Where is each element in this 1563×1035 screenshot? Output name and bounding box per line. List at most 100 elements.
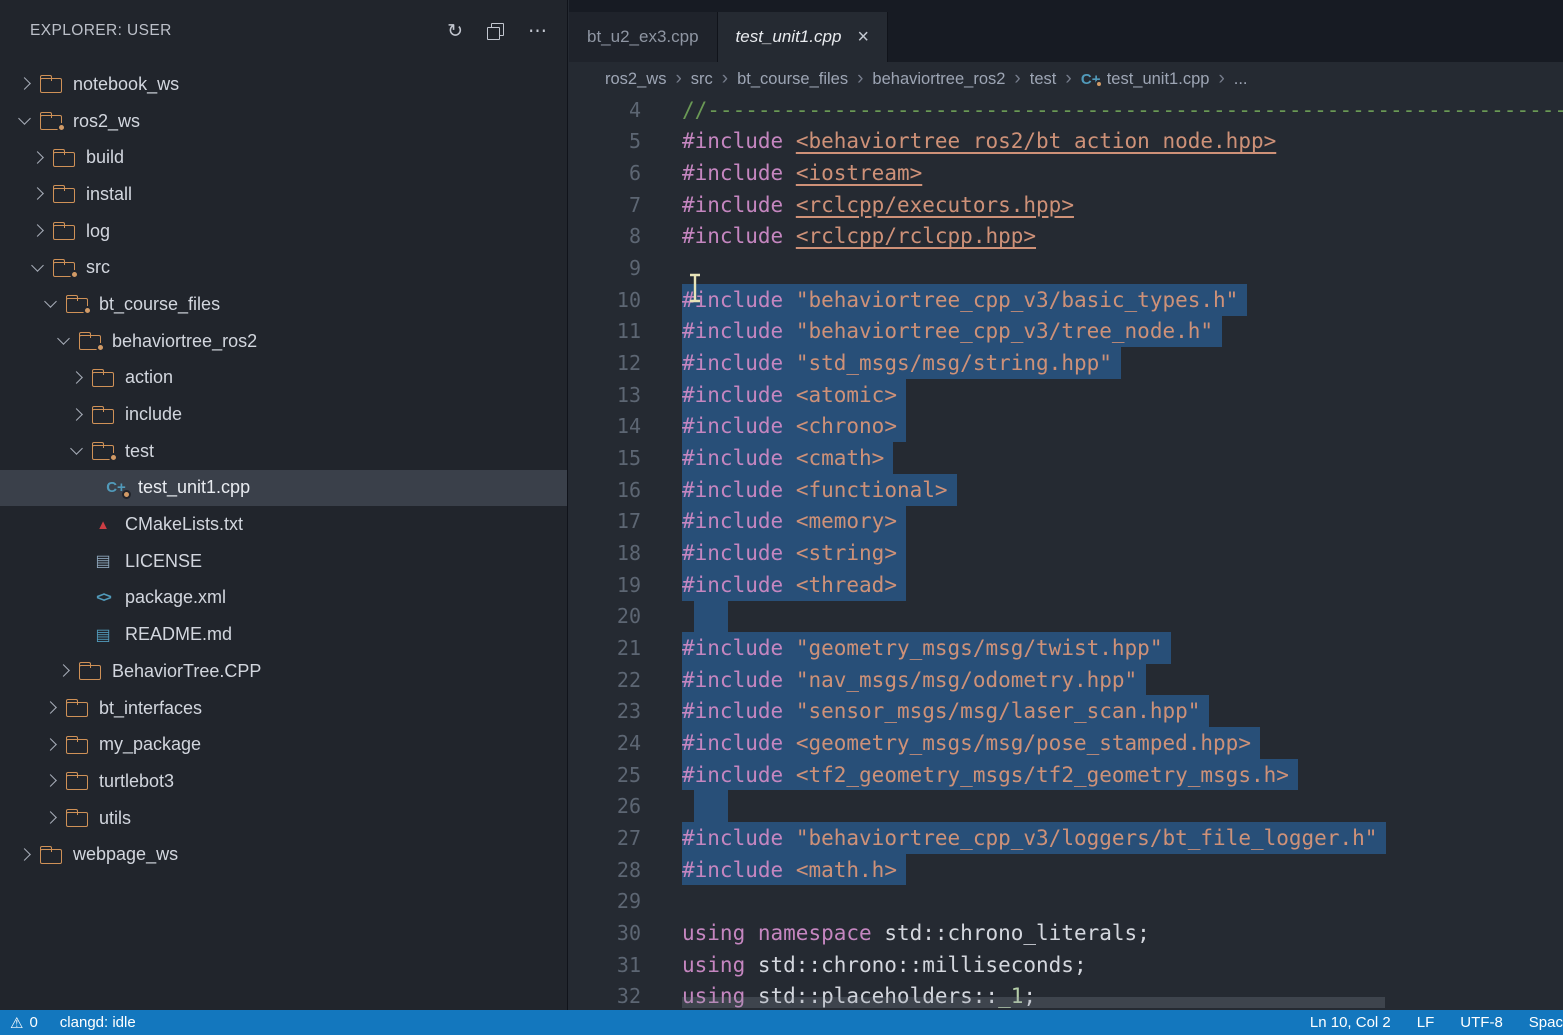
chevron-right-icon[interactable] — [40, 699, 64, 717]
code-line-6[interactable]: 6#include <iostream> — [569, 157, 1563, 189]
code-line-29[interactable]: 29 — [569, 885, 1563, 917]
cursor-position[interactable]: Ln 10, Col 2 — [1310, 1014, 1391, 1031]
tree-item-bt_interfaces[interactable]: bt_interfaces — [0, 690, 567, 727]
breadcrumb-item-bt_course_files[interactable]: bt_course_files — [737, 70, 848, 89]
tree-item-CMakeLists.txt[interactable]: ▲CMakeLists.txt — [0, 506, 567, 543]
line-number: 4 — [569, 98, 641, 122]
tree-item-webpage_ws[interactable]: webpage_ws — [0, 836, 567, 873]
more-actions-icon[interactable]: ⋯ — [528, 22, 547, 41]
chevron-right-icon[interactable] — [53, 662, 77, 680]
chevron-right-icon[interactable] — [66, 406, 90, 424]
tree-item-turtlebot3[interactable]: turtlebot3 — [0, 763, 567, 800]
tree-item-action[interactable]: action — [0, 360, 567, 397]
horizontal-scrollbar[interactable] — [682, 997, 1385, 1008]
collapse-folders-icon[interactable] — [487, 23, 504, 40]
tree-item-build[interactable]: build — [0, 139, 567, 176]
code-line-9[interactable]: 9 — [569, 252, 1563, 284]
tree-item-notebook_ws[interactable]: notebook_ws — [0, 66, 567, 103]
tree-item-bt_course_files[interactable]: bt_course_files — [0, 286, 567, 323]
eol-indicator[interactable]: LF — [1417, 1014, 1435, 1031]
breadcrumb-item-ros2_ws[interactable]: ros2_ws — [605, 70, 666, 89]
code-line-16[interactable]: 16#include <functional> — [569, 474, 1563, 506]
code-token — [783, 446, 796, 470]
code-line-22[interactable]: 22#include "nav_msgs/msg/odometry.hpp" — [569, 664, 1563, 696]
chevron-down-icon[interactable] — [27, 259, 51, 277]
tree-item-my_package[interactable]: my_package — [0, 726, 567, 763]
code-line-20[interactable]: 20 — [569, 601, 1563, 633]
breadcrumb-item-test[interactable]: test — [1030, 70, 1057, 89]
close-icon[interactable]: × — [857, 27, 869, 47]
code-line-25[interactable]: 25#include <tf2_geometry_msgs/tf2_geomet… — [569, 759, 1563, 791]
tree-item-LICENSE[interactable]: ▤LICENSE — [0, 543, 567, 580]
code-line-26[interactable]: 26 — [569, 790, 1563, 822]
chevron-right-icon[interactable] — [14, 75, 38, 93]
chevron-right-icon[interactable] — [27, 149, 51, 167]
code-line-5[interactable]: 5#include <behaviortree_ros2/bt_action_n… — [569, 126, 1563, 158]
tree-item-README.md[interactable]: ▤README.md — [0, 616, 567, 653]
breadcrumb-item-file[interactable]: C+test_unit1.cpp — [1081, 70, 1210, 89]
code-line-31[interactable]: 31using std::chrono::milliseconds; — [569, 949, 1563, 981]
tree-item-include[interactable]: include — [0, 396, 567, 433]
chevron-right-icon[interactable] — [40, 772, 64, 790]
tree-item-ros2_ws[interactable]: ros2_ws — [0, 103, 567, 140]
code-line-14[interactable]: 14#include <chrono> — [569, 411, 1563, 443]
clangd-status[interactable]: clangd: idle — [60, 1014, 136, 1031]
tree-item-test[interactable]: test — [0, 433, 567, 470]
chevron-right-icon[interactable] — [40, 809, 64, 827]
tab-label: test_unit1.cpp — [736, 27, 842, 47]
code-line-30[interactable]: 30using namespace std::chrono_literals; — [569, 917, 1563, 949]
chevron-down-icon[interactable] — [53, 332, 77, 350]
code-line-17[interactable]: 17#include <memory> — [569, 506, 1563, 538]
chevron-right-icon[interactable] — [14, 846, 38, 864]
code-line-11[interactable]: 11#include "behaviortree_cpp_v3/tree_nod… — [569, 316, 1563, 348]
chevron-right-icon[interactable] — [40, 736, 64, 754]
chevron-right-icon[interactable] — [27, 222, 51, 240]
tab-bt_u2_ex3.cpp[interactable]: bt_u2_ex3.cpp — [569, 12, 718, 62]
explorer-actions: ↻ ⋯ — [447, 22, 547, 41]
code-line-15[interactable]: 15#include <cmath> — [569, 442, 1563, 474]
tree-item-label: README.md — [125, 624, 232, 645]
code-line-19[interactable]: 19#include <thread> — [569, 569, 1563, 601]
chevron-right-icon[interactable] — [27, 185, 51, 203]
line-number: 30 — [569, 921, 641, 945]
code-line-23[interactable]: 23#include "sensor_msgs/msg/laser_scan.h… — [569, 695, 1563, 727]
code-line-18[interactable]: 18#include <string> — [569, 537, 1563, 569]
chevron-down-icon[interactable] — [14, 112, 38, 130]
code-line-10[interactable]: 10#include "behaviortree_cpp_v3/basic_ty… — [569, 284, 1563, 316]
tab-test_unit1.cpp[interactable]: test_unit1.cpp × — [718, 12, 889, 62]
encoding-indicator[interactable]: UTF-8 — [1460, 1014, 1503, 1031]
code-line-8[interactable]: 8#include <rclcpp/rclcpp.hpp> — [569, 221, 1563, 253]
tree-item-package.xml[interactable]: <>package.xml — [0, 580, 567, 617]
tree-item-label: action — [125, 367, 173, 388]
chevron-down-icon[interactable] — [40, 295, 64, 313]
tree-item-utils[interactable]: utils — [0, 800, 567, 837]
chevron-right-icon[interactable] — [66, 369, 90, 387]
tree-item-behaviortree_ros2[interactable]: behaviortree_ros2 — [0, 323, 567, 360]
tree-item-log[interactable]: log — [0, 213, 567, 250]
code-line-21[interactable]: 21#include "geometry_msgs/msg/twist.hpp" — [569, 632, 1563, 664]
problems-indicator[interactable]: ⚠ 0 — [10, 1014, 38, 1032]
tree-item-install[interactable]: install — [0, 176, 567, 213]
code-line-13[interactable]: 13#include <atomic> — [569, 379, 1563, 411]
code-token: "geometry_msgs/msg/twist.hpp" — [796, 636, 1163, 660]
code-line-7[interactable]: 7#include <rclcpp/executors.hpp> — [569, 189, 1563, 221]
breadcrumb-item-src[interactable]: src — [691, 70, 713, 89]
selection-highlight: #include <thread> — [682, 569, 906, 601]
code-line-4[interactable]: 4//-------------------------------------… — [569, 94, 1563, 126]
code-token — [783, 224, 796, 248]
code-line-27[interactable]: 27#include "behaviortree_cpp_v3/loggers/… — [569, 822, 1563, 854]
indentation-indicator[interactable]: Spac — [1529, 1014, 1563, 1031]
code-token: "behaviortree_cpp_v3/basic_types.h" — [796, 288, 1239, 312]
breadcrumb-overflow[interactable]: ... — [1234, 70, 1248, 89]
code-editor[interactable]: 4//-------------------------------------… — [569, 94, 1563, 1012]
breadcrumb-item-behaviortree_ros2[interactable]: behaviortree_ros2 — [872, 70, 1005, 89]
code-token: <functional> — [796, 478, 948, 502]
refresh-icon[interactable]: ↻ — [447, 22, 463, 41]
chevron-down-icon[interactable] — [66, 442, 90, 460]
tree-item-BehaviorTree.CPP[interactable]: BehaviorTree.CPP — [0, 653, 567, 690]
code-line-24[interactable]: 24#include <geometry_msgs/msg/pose_stamp… — [569, 727, 1563, 759]
tree-item-test_unit1.cpp[interactable]: C+test_unit1.cpp — [0, 470, 567, 507]
code-line-28[interactable]: 28#include <math.h> — [569, 854, 1563, 886]
tree-item-src[interactable]: src — [0, 249, 567, 286]
code-line-12[interactable]: 12#include "std_msgs/msg/string.hpp" — [569, 347, 1563, 379]
